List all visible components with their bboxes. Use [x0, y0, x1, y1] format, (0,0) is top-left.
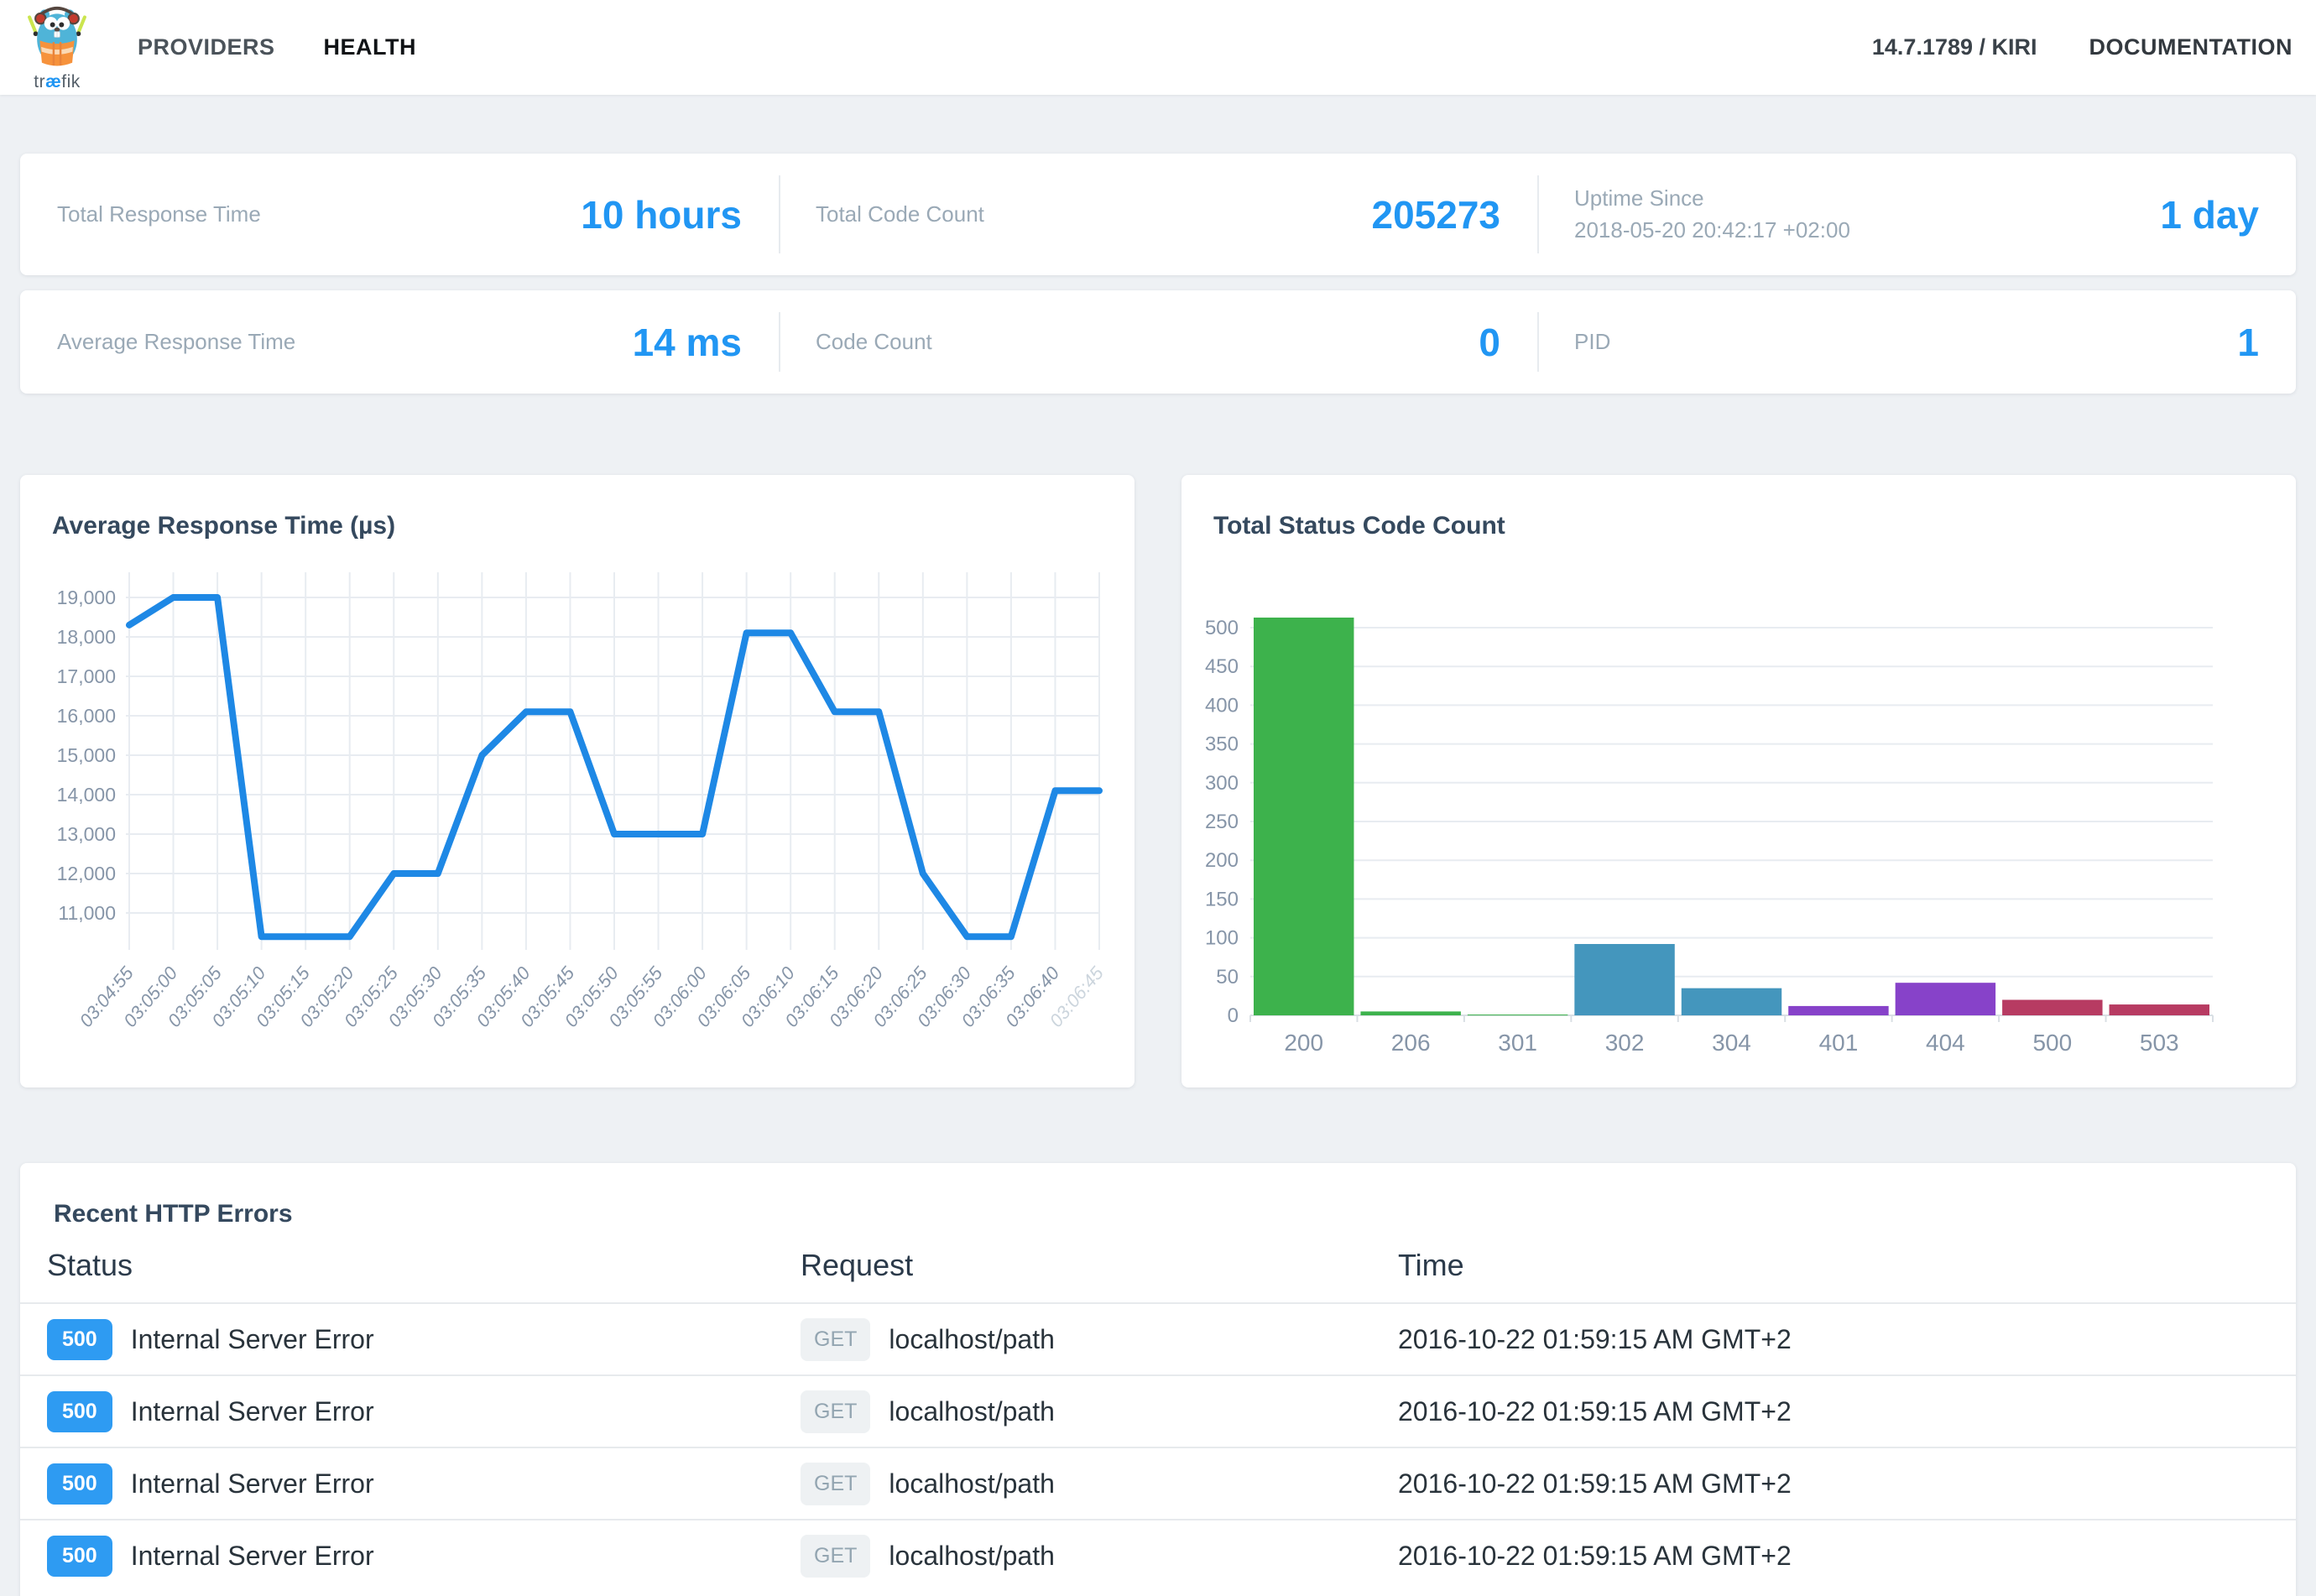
svg-text:15,000: 15,000 [57, 744, 116, 766]
error-row: 500 Internal Server Error GET localhost/… [20, 1519, 2296, 1591]
status-code-chart-card: Total Status Code Count 0 50 100 150 200 250 3… [1181, 475, 2296, 1087]
request-path: localhost/path [889, 1324, 1054, 1355]
svg-text:503: 503 [2140, 1030, 2179, 1056]
status-code-bar-chart: 0 50 100 150 200 250 300 350 400 450 500 200 206 301 3… [1181, 555, 2296, 1059]
stat-label: Average Response Time [57, 326, 295, 358]
svg-text:301: 301 [1498, 1030, 1537, 1056]
errors-table-title: Recent HTTP Errors [20, 1163, 2296, 1228]
stat-value: 1 day [2160, 192, 2259, 237]
error-time: 2016-10-22 01:59:15 AM GMT+2 [1398, 1541, 2296, 1572]
stat-value: 0 [1479, 320, 1500, 365]
status-code-badge: 500 [47, 1463, 112, 1505]
svg-text:100: 100 [1205, 927, 1239, 950]
svg-text:500: 500 [2032, 1030, 2072, 1056]
nav-health[interactable]: HEALTH [324, 34, 417, 60]
documentation-link[interactable]: DOCUMENTATION [2089, 34, 2293, 60]
stats-row-current: Average Response Time 14 ms Code Count 0… [20, 290, 2296, 394]
stat-average-response-time: Average Response Time 14 ms [20, 290, 779, 394]
http-method-badge: GET [801, 1318, 870, 1361]
svg-text:11,000: 11,000 [58, 902, 116, 924]
status-text: Internal Server Error [131, 1396, 374, 1427]
svg-text:401: 401 [1819, 1030, 1859, 1056]
svg-text:250: 250 [1205, 811, 1239, 833]
response-time-line-chart: 11,000 12,000 13,000 14,000 15,000 16,000 17,0… [20, 555, 1135, 1059]
column-request: Request [801, 1248, 1398, 1283]
svg-text:200: 200 [1284, 1030, 1323, 1056]
stats-row-totals: Total Response Time 10 hours Total Code … [20, 154, 2296, 275]
svg-text:302: 302 [1605, 1030, 1645, 1056]
response-time-chart-card: Average Response Time (µs) 11,00012,0001… [20, 475, 1135, 1087]
error-time: 2016-10-22 01:59:15 AM GMT+2 [1398, 1468, 2296, 1500]
http-method-badge: GET [801, 1390, 870, 1433]
svg-text:400: 400 [1205, 694, 1239, 717]
stat-value: 10 hours [581, 192, 742, 237]
stat-label: Total Response Time [57, 199, 261, 231]
stat-label: Total Code Count [816, 199, 984, 231]
status-code-badge: 500 [47, 1536, 112, 1577]
stat-uptime-since: Uptime Since 2018-05-20 20:42:17 +02:00 … [1537, 154, 2296, 275]
stat-total-code-count: Total Code Count 205273 [779, 154, 1537, 275]
error-row: 500 Internal Server Error GET localhost/… [20, 1374, 2296, 1447]
uptime-date: 2018-05-20 20:42:17 +02:00 [1574, 215, 1850, 247]
svg-text:16,000: 16,000 [57, 705, 116, 727]
errors-table-header: Status Request Time [20, 1228, 2296, 1302]
error-time: 2016-10-22 01:59:15 AM GMT+2 [1398, 1396, 2296, 1427]
line-chart-title: Average Response Time (µs) [52, 512, 1135, 540]
column-status: Status [47, 1248, 801, 1283]
http-method-badge: GET [801, 1535, 870, 1578]
error-row: 500 Internal Server Error GET localhost/… [20, 1447, 2296, 1519]
error-time: 2016-10-22 01:59:15 AM GMT+2 [1398, 1324, 2296, 1355]
svg-text:19,000: 19,000 [57, 587, 116, 608]
traefik-gopher-icon [26, 3, 88, 74]
column-time: Time [1398, 1248, 2296, 1283]
stat-label: Code Count [816, 326, 932, 358]
stat-label: PID [1574, 326, 1610, 358]
request-path: localhost/path [889, 1396, 1054, 1427]
stat-pid: PID 1 [1537, 290, 2296, 394]
svg-text:200: 200 [1205, 849, 1239, 872]
charts-row: Average Response Time (µs) 11,00012,0001… [20, 475, 2296, 1087]
stat-label: Uptime Since 2018-05-20 20:42:17 +02:00 [1574, 183, 1850, 246]
recent-http-errors-card: Recent HTTP Errors Status Request Time 5… [20, 1163, 2296, 1596]
stat-value: 1 [2237, 320, 2259, 365]
svg-text:350: 350 [1205, 733, 1239, 756]
svg-text:300: 300 [1205, 772, 1239, 795]
stat-value: 205273 [1372, 192, 1501, 237]
stat-total-response-time: Total Response Time 10 hours [20, 154, 779, 275]
traefik-logo[interactable]: træfik [17, 3, 97, 92]
svg-text:18,000: 18,000 [57, 626, 116, 648]
svg-text:500: 500 [1205, 617, 1239, 639]
svg-text:0: 0 [1228, 1004, 1239, 1027]
svg-text:14,000: 14,000 [57, 784, 116, 806]
svg-text:304: 304 [1712, 1030, 1751, 1056]
status-text: Internal Server Error [131, 1541, 374, 1572]
header-right: 14.7.1789 / KIRI DOCUMENTATION [1872, 34, 2293, 60]
svg-text:450: 450 [1205, 655, 1239, 678]
request-path: localhost/path [889, 1468, 1054, 1500]
version-label: 14.7.1789 / KIRI [1872, 34, 2037, 60]
svg-text:13,000: 13,000 [57, 823, 116, 845]
request-path: localhost/path [889, 1541, 1054, 1572]
http-method-badge: GET [801, 1463, 870, 1505]
status-text: Internal Server Error [131, 1468, 374, 1500]
traefik-logo-text: træfik [34, 72, 81, 92]
app-header: træfik PROVIDERS HEALTH 14.7.1789 / KIRI… [0, 0, 2316, 95]
svg-text:150: 150 [1205, 888, 1239, 910]
svg-text:206: 206 [1391, 1030, 1431, 1056]
svg-text:17,000: 17,000 [57, 665, 116, 687]
stat-code-count: Code Count 0 [779, 290, 1537, 394]
svg-text:12,000: 12,000 [57, 863, 116, 884]
svg-text:404: 404 [1926, 1030, 1965, 1056]
bar-chart-title: Total Status Code Count [1213, 512, 2296, 540]
status-code-badge: 500 [47, 1391, 112, 1432]
page-content: Total Response Time 10 hours Total Code … [0, 154, 2316, 1596]
status-text: Internal Server Error [131, 1324, 374, 1355]
stat-value: 14 ms [633, 320, 742, 365]
main-nav: PROVIDERS HEALTH [138, 34, 416, 60]
status-code-badge: 500 [47, 1319, 112, 1360]
error-row: 500 Internal Server Error GET localhost/… [20, 1302, 2296, 1374]
svg-text:50: 50 [1216, 966, 1239, 988]
nav-providers[interactable]: PROVIDERS [138, 34, 275, 60]
